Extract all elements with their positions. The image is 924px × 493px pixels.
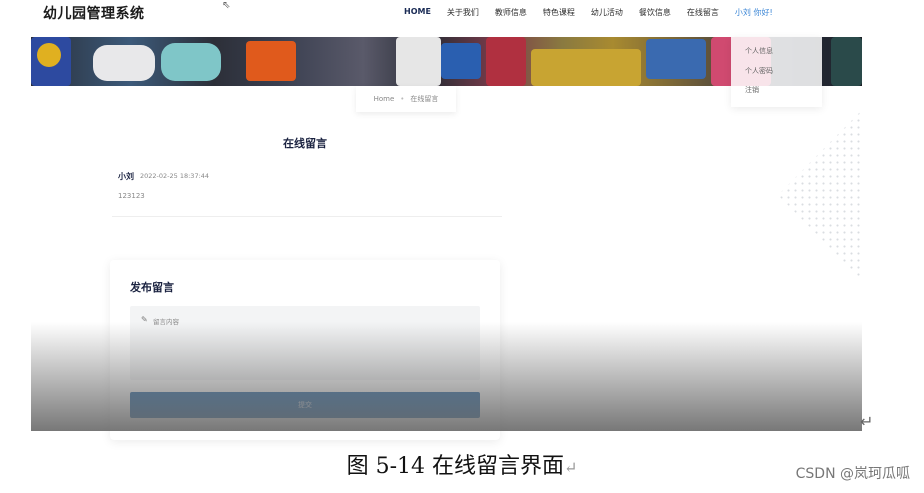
caption-text: 图 5-14 在线留言界面 — [346, 454, 564, 479]
breadcrumb-current: 在线留言 — [410, 95, 439, 103]
form-title: 发布留言 — [130, 281, 174, 294]
message-content: 123123 — [118, 192, 145, 200]
nav-item-home[interactable]: HOME — [404, 7, 431, 21]
nav-item-about[interactable]: 关于我们 — [447, 7, 479, 21]
breadcrumb-home[interactable]: Home — [374, 95, 395, 103]
breadcrumb: Home • 在线留言 — [356, 86, 456, 112]
nav-item-messages[interactable]: 在线留言 — [687, 7, 719, 21]
nav-user-greeting[interactable]: 小刘 你好! — [735, 7, 773, 21]
dotted-decoration — [778, 110, 862, 280]
nav-item-teachers[interactable]: 教师信息 — [495, 7, 527, 21]
breadcrumb-separator: • — [400, 95, 405, 103]
menu-item-logout[interactable]: 注销 — [745, 85, 759, 95]
menu-item-password[interactable]: 个人密码 — [745, 66, 773, 76]
divider — [112, 216, 502, 217]
main-nav: HOME 关于我们 教师信息 特色课程 幼儿活动 餐饮信息 在线留言 小刘 你好… — [404, 7, 773, 21]
figure-caption: 图 5-14 在线留言界面↵ — [0, 448, 924, 480]
user-dropdown-menu: 个人信息 个人密码 注销 — [731, 37, 822, 107]
mouse-cursor-icon: ⇖ — [222, 0, 231, 11]
caption-return-icon: ↵ — [564, 458, 578, 477]
message-author: 小刘 — [118, 172, 134, 181]
nav-item-activities[interactable]: 幼儿活动 — [591, 7, 623, 21]
nav-item-meals[interactable]: 餐饮信息 — [639, 7, 671, 21]
menu-item-profile[interactable]: 个人信息 — [745, 46, 773, 56]
nav-item-courses[interactable]: 特色课程 — [543, 7, 575, 21]
page-title: 在线留言 — [283, 137, 327, 150]
bottom-gray-overlay — [31, 322, 862, 431]
watermark: CSDN @岚珂瓜呱 — [795, 466, 910, 482]
app-brand[interactable]: 幼儿园管理系统 — [43, 3, 145, 23]
return-mark-icon: ↵ — [860, 412, 874, 431]
message-timestamp: 2022-02-25 18:37:44 — [140, 172, 210, 180]
